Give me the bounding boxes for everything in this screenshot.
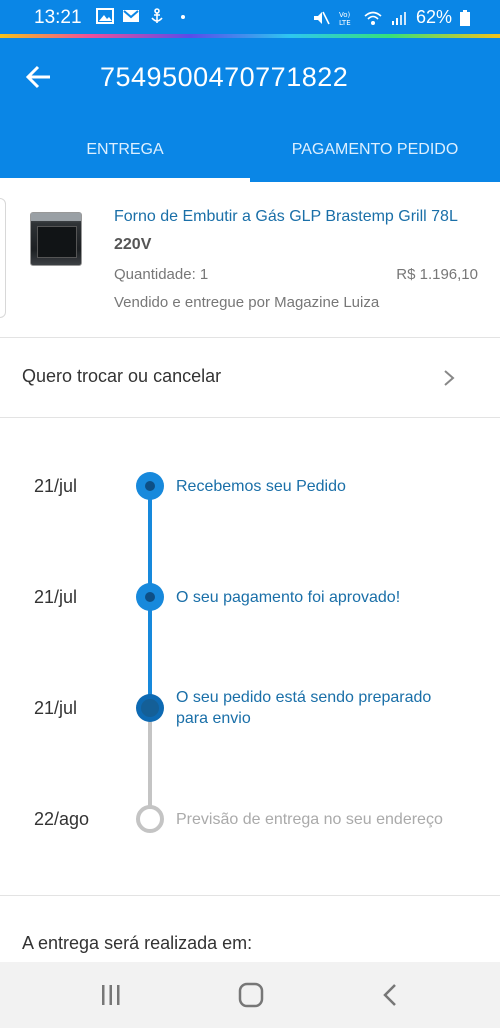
battery-icon: [460, 9, 470, 26]
tab-pagamento-pedido[interactable]: PAGAMENTO PEDIDO: [250, 133, 500, 182]
product-quantity: Quantidade: 1: [114, 266, 209, 283]
back-arrow-icon[interactable]: [22, 60, 56, 94]
timeline-line-pending: [148, 708, 152, 818]
system-icons: Vo) LTE 62%: [312, 7, 470, 28]
timeline-step-text: O seu pagamento foi aprovado!: [176, 589, 401, 606]
delivery-timeline: 21/jul Recebemos seu Pedido 21/jul O seu…: [0, 418, 500, 896]
timeline-date: 21/jul: [34, 476, 78, 496]
timeline-date: 21/jul: [34, 698, 78, 718]
product-name[interactable]: Forno de Embutir a Gás GLP Brastemp Gril…: [114, 208, 458, 226]
product-seller: Vendido e entregue por Magazine Luiza: [114, 294, 380, 311]
image-icon: [96, 8, 114, 24]
timeline-dot-done: [136, 583, 164, 611]
timeline-dot-pending: [136, 805, 164, 833]
mail-icon: [123, 10, 139, 22]
battery-percent: 62%: [415, 7, 452, 27]
tab-pagamento-label: PAGAMENTO PEDIDO: [291, 141, 459, 158]
notification-icons: [96, 8, 192, 24]
volte-icon: Vo)LTE: [339, 11, 351, 26]
signal-icon: [391, 11, 406, 25]
change-or-cancel-label: Quero trocar ou cancelar: [22, 366, 222, 386]
dot-icon: [181, 15, 185, 19]
product-card: Forno de Embutir a Gás GLP Brastemp Gril…: [0, 182, 500, 338]
product-price: R$ 1.196,10: [396, 266, 478, 283]
timeline-step-text: Previsão de entrega no seu endereço: [176, 811, 443, 828]
delivery-label: A entrega será realizada em:: [22, 933, 253, 953]
system-nav-bar: [0, 962, 500, 1028]
chevron-right-icon: [444, 370, 455, 386]
back-icon[interactable]: [376, 982, 406, 1008]
change-or-cancel-row[interactable]: Quero trocar ou cancelar: [0, 338, 500, 418]
anchor-icon: [151, 8, 163, 23]
timeline-date: 21/jul: [34, 587, 78, 607]
timeline-dot-done: [136, 472, 164, 500]
svg-text:LTE: LTE: [339, 19, 351, 26]
app-header: 7549500470771822 ENTREGA PAGAMENTO PEDID…: [0, 38, 500, 182]
home-icon[interactable]: [236, 982, 266, 1008]
timeline-date: 22/ago: [34, 809, 90, 829]
timeline-step-text: O seu pedido está sendo preparado para e…: [176, 689, 432, 727]
order-number: 7549500470771822: [100, 62, 349, 92]
mute-icon: [313, 11, 330, 24]
delivery-address-section: A entrega será realizada em:: [0, 897, 500, 962]
product-voltage: 220V: [114, 236, 152, 253]
status-bar: 13:21 Vo) LTE 62%: [0, 0, 500, 34]
wifi-icon: [364, 11, 382, 25]
status-time: 13:21: [34, 7, 82, 28]
tab-entrega-label: ENTREGA: [86, 141, 164, 158]
tab-entrega[interactable]: ENTREGA: [0, 133, 250, 182]
timeline-step-text: Recebemos seu Pedido: [176, 478, 346, 495]
timeline-dot-current: [136, 694, 164, 722]
svg-text:Vo): Vo): [339, 11, 351, 19]
product-image: [30, 212, 82, 266]
card-edge: [0, 198, 6, 318]
recent-apps-icon[interactable]: [96, 982, 126, 1008]
